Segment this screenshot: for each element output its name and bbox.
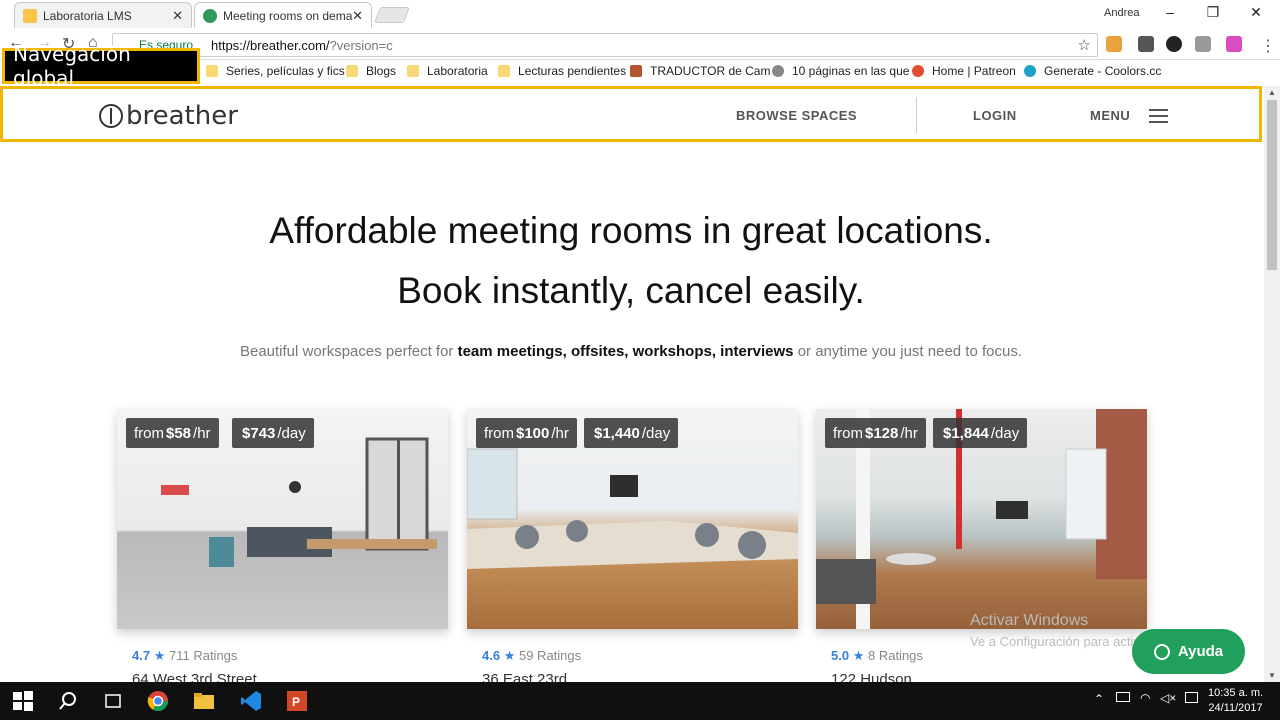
rating: 4.7 ★ 711 Ratings	[132, 648, 238, 663]
wifi-icon[interactable]: ◠	[1140, 691, 1150, 705]
folder-icon	[407, 65, 419, 77]
vscode-icon[interactable]	[240, 690, 262, 712]
bookmark-item[interactable]: Blogs	[346, 64, 396, 78]
star-icon: ★	[852, 648, 865, 663]
restore-icon[interactable]: ❐	[1203, 4, 1223, 21]
close-window-icon[interactable]: ✕	[1246, 4, 1266, 21]
listing-card[interactable]: from $58/hr $743/day 4.7 ★ 711 Ratings 6…	[117, 409, 448, 688]
rating: 4.6 ★ 59 Ratings	[482, 648, 582, 663]
listing-card[interactable]: from $128/hr $1,844/day 5.0 ★ 8 Ratings …	[816, 409, 1147, 688]
svg-text:P: P	[292, 695, 300, 709]
daily-price-badge: $743/day	[232, 418, 314, 448]
hero-subheadline: Book instantly, cancel easily.	[397, 270, 865, 311]
tab-laboratoria[interactable]: Laboratoria LMS ✕	[14, 2, 192, 28]
bookmark-item[interactable]: Laboratoria	[407, 64, 488, 78]
profile-name[interactable]: Andrea	[1104, 7, 1139, 19]
close-tab-icon[interactable]: ✕	[172, 8, 183, 24]
extension-icon[interactable]	[1106, 36, 1122, 52]
bookmark-item[interactable]: Series, películas y fics	[206, 64, 345, 78]
url-text[interactable]: https://breather.com/?version=c	[203, 38, 393, 53]
windows-taskbar: P ⌃ ◠ ◁× 10:35 a. m. 24/11/2017	[0, 682, 1280, 720]
folder-icon	[498, 65, 510, 77]
breather-logo[interactable]: breather	[99, 101, 238, 131]
space-photo[interactable]: from $128/hr $1,844/day	[816, 409, 1147, 629]
login-link[interactable]: LOGIN	[973, 108, 1017, 123]
link-icon	[772, 65, 784, 77]
search-icon[interactable]	[57, 690, 79, 712]
minimize-icon[interactable]: –	[1160, 4, 1180, 20]
close-tab-icon[interactable]: ✕	[352, 8, 363, 24]
hourly-price-badge: from $100/hr	[476, 418, 577, 448]
folder-icon	[206, 65, 218, 77]
translator-icon	[630, 65, 642, 77]
help-button[interactable]: Ayuda	[1132, 629, 1245, 674]
bookmark-star-icon[interactable]: ☆	[1078, 36, 1091, 54]
tray-expand-icon[interactable]: ⌃	[1094, 692, 1104, 706]
hero-description: Beautiful workspaces perfect for team me…	[239, 343, 1022, 360]
menu-button[interactable]: MENU	[1090, 108, 1130, 123]
bookmark-item[interactable]: 10 páginas en las que	[772, 64, 909, 78]
star-icon: ★	[153, 648, 166, 663]
bookmark-item[interactable]: Lecturas pendientes	[498, 64, 626, 78]
scroll-down-icon[interactable]: ▼	[1268, 671, 1276, 680]
extension-icon[interactable]	[1166, 36, 1182, 52]
space-photo[interactable]: from $100/hr $1,440/day	[467, 409, 798, 629]
browse-spaces-link[interactable]: BROWSE SPACES	[736, 108, 857, 123]
bookmark-item[interactable]: Generate - Coolors.cc	[1024, 64, 1161, 78]
hourly-price-badge: from $128/hr	[825, 418, 926, 448]
star-icon: ★	[503, 648, 516, 663]
powerpoint-icon[interactable]: P	[286, 690, 308, 712]
file-explorer-icon[interactable]	[193, 690, 215, 712]
chrome-menu-icon[interactable]: ⋮	[1260, 36, 1276, 56]
volume-icon[interactable]: ◁×	[1160, 691, 1176, 705]
scrollbar-thumb[interactable]	[1267, 100, 1277, 270]
task-view-icon[interactable]	[102, 690, 124, 712]
new-tab-button[interactable]	[374, 7, 410, 23]
hourly-price-badge: from $58/hr	[126, 418, 219, 448]
bookmark-item[interactable]: TRADUCTOR de Cam	[630, 64, 770, 78]
tab-meeting-rooms[interactable]: Meeting rooms on dema ✕	[194, 2, 372, 28]
folder-icon	[346, 65, 358, 77]
patreon-icon	[912, 65, 924, 77]
listing-card[interactable]: from $100/hr $1,440/day 4.6 ★ 59 Ratings…	[467, 409, 798, 688]
browser-tabstrip: Laboratoria LMS ✕ Meeting rooms on dema …	[0, 0, 1280, 28]
coolors-icon	[1024, 65, 1036, 77]
extension-icon[interactable]	[1226, 36, 1242, 52]
hero-headline: Affordable meeting rooms in great locati…	[269, 210, 993, 251]
nav-divider	[916, 97, 917, 133]
tab-title: Laboratoria LMS	[43, 8, 132, 23]
breather-favicon-icon	[203, 8, 217, 23]
chat-bubble-icon	[1153, 643, 1170, 660]
rating: 5.0 ★ 8 Ratings	[831, 648, 923, 663]
omnibox[interactable]: Es seguro https://breather.com/?version=…	[112, 33, 1098, 57]
laboratoria-favicon-icon	[23, 8, 37, 23]
bookmark-item[interactable]: Home | Patreon	[912, 64, 1016, 78]
hamburger-icon[interactable]	[1149, 109, 1168, 127]
system-clock[interactable]: 10:35 a. m. 24/11/2017	[1208, 686, 1263, 716]
battery-icon[interactable]	[1116, 692, 1130, 702]
space-photo[interactable]: from $58/hr $743/day	[117, 409, 448, 629]
chrome-icon[interactable]	[147, 690, 169, 712]
activation-watermark-title: Activar Windows	[970, 612, 1089, 629]
daily-price-badge: $1,844/day	[933, 418, 1028, 448]
extension-icon[interactable]	[1138, 36, 1154, 52]
windows-start-icon[interactable]	[12, 690, 34, 712]
daily-price-badge: $1,440/day	[584, 418, 679, 448]
camera-icon[interactable]	[1195, 36, 1211, 52]
leaf-logo-icon	[99, 104, 123, 128]
scroll-up-icon[interactable]: ▲	[1268, 88, 1276, 97]
notifications-icon[interactable]	[1185, 692, 1198, 703]
page-scrollbar[interactable]: ▲ ▼	[1264, 86, 1280, 682]
tab-title: Meeting rooms on dema	[223, 8, 353, 23]
annotation-label: Navegación global	[2, 42, 200, 90]
global-navigation: breather BROWSE SPACES LOGIN MENU	[0, 86, 1262, 142]
